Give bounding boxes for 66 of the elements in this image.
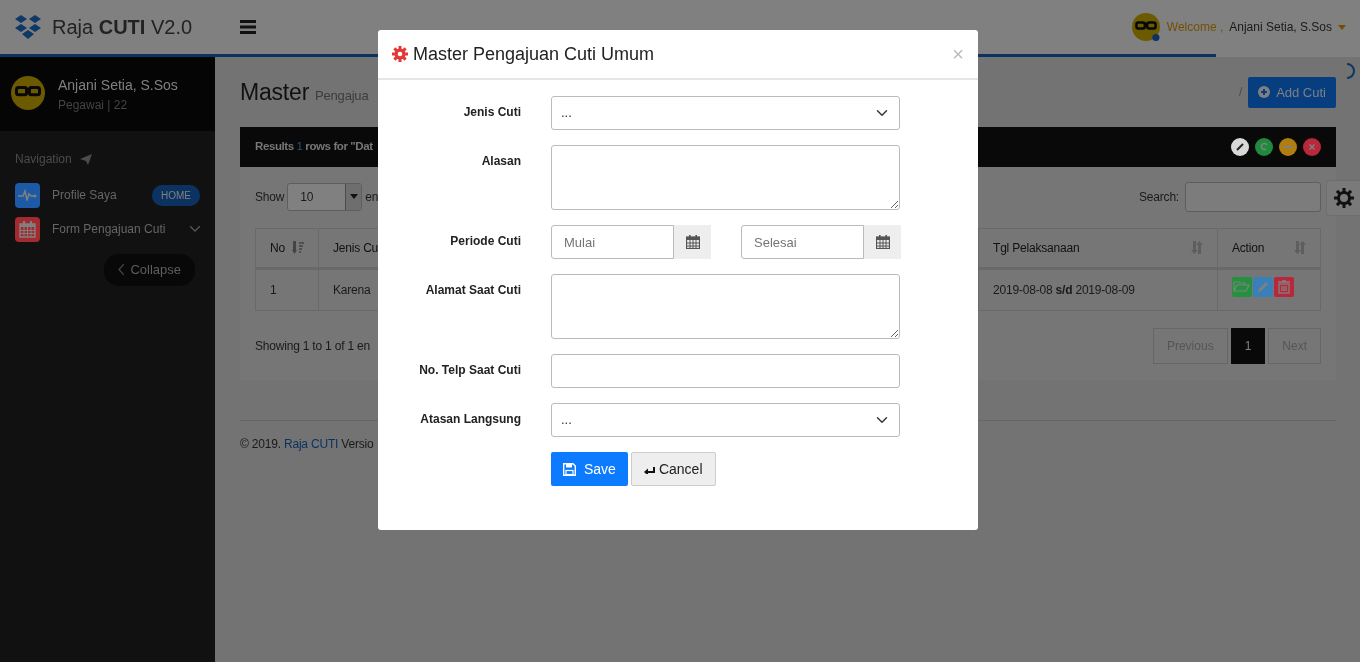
calendar-icon [685,235,700,249]
table-info: Showing 1 to 1 of 1 en [255,337,371,355]
close-icon[interactable] [1303,137,1321,156]
date-field[interactable]: Mulai [551,225,674,259]
field-label: Atasan Langsung [419,411,521,428]
user-menu[interactable]: Welcome , Anjani Setia, S.Sos [1130,12,1346,42]
nav-item[interactable]: Profile Saya HOME [0,178,215,212]
collapse-button[interactable]: Collapse [104,254,195,286]
breadcrumb-separator: / [1239,84,1243,102]
page-size-select[interactable]: 10 [287,182,363,211]
page-link[interactable]: 1 [1230,327,1266,364]
footer-text: © 2019. Raja CUTI Versio [240,436,374,451]
caret-icon [349,194,358,199]
cancel-button[interactable]: Cancel [630,452,716,486]
page-title: Master [240,78,310,107]
home-badge: HOME [152,184,200,206]
paper-plane-icon [79,153,92,165]
chevron-left-icon [118,264,125,276]
nav-heading: Navigation [15,151,72,168]
gear-icon [392,46,408,62]
reload-icon[interactable] [1255,137,1273,156]
results-text: Results 1 rows for "Dat [255,138,373,154]
field-label: Periode Cuti [449,233,521,250]
input-field[interactable] [551,354,900,388]
nav-item[interactable]: Form Pengajuan Cuti [0,212,215,246]
show-label: Show [255,188,285,206]
field-label: No. Telp Saat Cuti [418,362,521,379]
field-label: Alamat Saat Cuti [424,282,521,299]
table-cell: Karena [333,282,371,297]
search-label: Search: [1139,188,1179,206]
save-button[interactable]: Save [551,452,628,486]
column-header[interactable]: Action [1232,238,1265,257]
column-header[interactable]: Jenis Cu [333,238,379,257]
calendar-button[interactable] [864,225,901,259]
column-header[interactable]: Tgl Pelaksanaan [993,238,1080,257]
user-name: Anjani Setia, S.Sos [58,76,178,95]
menu-icon[interactable] [240,20,256,34]
brand-title: Raja CUTI V2.0 [52,15,193,40]
avatar-icon [1130,12,1161,42]
logo-icon [14,14,42,40]
spinner-icon [1345,63,1355,79]
table-cell: 2019-08-08 s/d 2019-08-09 [993,282,1135,297]
calendar-button[interactable] [674,225,711,259]
return-icon [643,464,655,474]
entries-label: en [365,188,379,206]
select-field[interactable]: ... [551,403,900,437]
dialog-title: Master Pengajuan Cuti Umum [413,42,655,66]
field-label: Alasan [480,153,521,170]
minimize-icon[interactable] [1279,137,1297,156]
floppy-icon [563,462,576,476]
plus-circle-icon [1258,86,1271,99]
date-field[interactable]: Selesai [741,225,864,259]
add-button[interactable]: Add Cuti [1248,76,1336,108]
field-label: Jenis Cuti [462,104,521,121]
avatar-icon [10,75,46,111]
caret-icon [1338,24,1346,30]
settings-button[interactable] [1326,180,1360,216]
user-role: Pegawai | 22 [58,97,129,114]
calendar-icon [875,235,890,249]
footer-link[interactable]: Raja CUTI [283,436,339,451]
select-field[interactable]: ... [551,96,900,130]
settings-icon [1333,188,1354,208]
search-field[interactable] [1185,181,1321,212]
table-cell: 1 [270,282,277,297]
expand-icon[interactable] [1231,137,1249,156]
column-header[interactable]: No [270,238,285,257]
